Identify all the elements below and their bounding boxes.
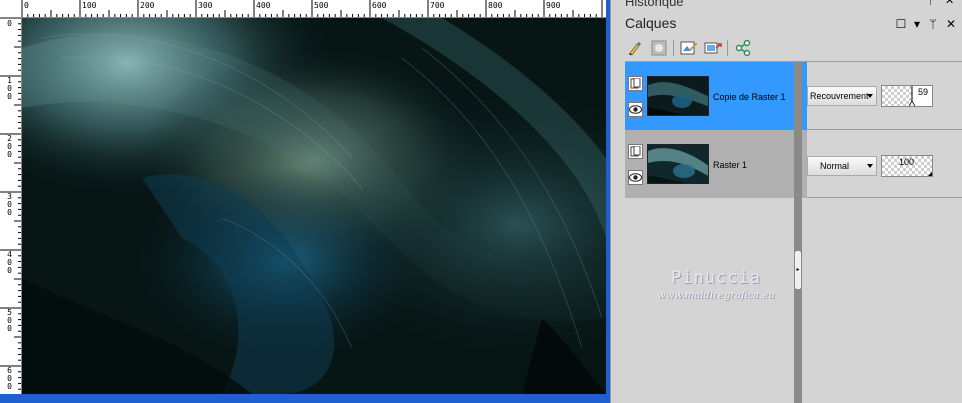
ruler-label-200: 200	[140, 1, 155, 10]
history-panel-header: Historique ᛘ ✕	[611, 0, 962, 9]
abstract-artwork	[22, 18, 606, 394]
vruler-label-100: 1 0 0	[7, 76, 12, 101]
blend-mode-select[interactable]: Recouvrement	[807, 86, 877, 106]
app-window: 0 100 200 300 400 500 600 700 800 900 0 …	[0, 0, 962, 403]
paint-brush-icon[interactable]	[625, 38, 645, 58]
layer-thumbnail	[647, 76, 709, 116]
layer-thumbnail	[647, 144, 709, 184]
chevron-down-icon	[867, 164, 873, 168]
ruler-label-400: 400	[256, 1, 271, 10]
visibility-eye-icon[interactable]	[628, 102, 643, 117]
share-icon[interactable]	[733, 38, 753, 58]
history-close-icon[interactable]: ✕	[945, 0, 954, 7]
ruler-label-600: 600	[372, 1, 387, 10]
opacity-indicator-icon	[908, 86, 916, 106]
opacity-slider[interactable]: 59	[881, 85, 933, 107]
layer-row-copie-de-raster-1[interactable]: Copie de Raster 1	[625, 62, 807, 130]
ruler-label-700: 700	[430, 1, 445, 10]
vruler-label-0: 0	[7, 19, 12, 28]
panel-dock: Historique ᛘ ✕ Calques ☐ ▾ ᛘ ✕ Copie de …	[610, 0, 962, 403]
blend-mode-select[interactable]: Normal	[807, 156, 877, 176]
panel-splitter[interactable]	[794, 62, 802, 403]
ruler-label-800: 800	[488, 1, 503, 10]
vruler-label-200: 2 0 0	[7, 134, 12, 159]
ruler-label-500: 500	[314, 1, 329, 10]
resize-grip-icon	[928, 172, 932, 176]
vruler-label-300: 3 0 0	[7, 192, 12, 217]
layers-panel-title: Calques	[625, 15, 677, 31]
history-pin-icon[interactable]: ᛘ	[927, 0, 934, 7]
vertical-ruler: 0 1 0 0 2 0 0 3 0 0 4 0 0 5 0 0 6 0 0	[0, 18, 22, 398]
watermark-url: www.maidiregrafica.eu	[657, 290, 775, 301]
visibility-eye-icon[interactable]	[628, 170, 643, 185]
maximize-icon[interactable]: ☐	[893, 16, 909, 32]
document-horizontal-scrollbar[interactable]	[0, 394, 610, 403]
splitter-handle[interactable]: ▸	[794, 250, 802, 290]
blend-mode-value: Normal	[820, 161, 850, 171]
ruler-label-0: 0	[24, 1, 29, 10]
chevron-down-icon	[867, 94, 873, 98]
vruler-label-500: 5 0 0	[7, 308, 12, 333]
vruler-label-600: 6 0 0	[7, 366, 12, 391]
close-icon[interactable]: ✕	[943, 16, 959, 32]
layer-name: Raster 1	[713, 160, 748, 170]
opacity-slider[interactable]: 100	[881, 155, 933, 177]
watermark: Pinuccia www.maidiregrafica.eu	[625, 268, 807, 301]
canvas-image[interactable]	[22, 18, 606, 394]
layer-list: Copie de Raster 1 Raster 1 Pinuccia www.…	[625, 62, 807, 403]
mask-icon[interactable]	[649, 38, 669, 58]
layer-row-raster-1[interactable]: Raster 1	[625, 130, 807, 198]
pin-icon[interactable]: ᛘ	[925, 16, 941, 32]
layer-props-row: Recouvrement 59	[807, 62, 962, 130]
vruler-label-400: 4 0 0	[7, 250, 12, 275]
toolbar-separator	[727, 40, 728, 56]
ruler-label-900: 900	[546, 1, 561, 10]
link-layers-icon[interactable]	[703, 38, 723, 58]
layer-properties-column: Recouvrement 59 Normal 100	[807, 62, 962, 403]
layer-name: Copie de Raster 1	[713, 92, 786, 102]
blend-mode-value: Recouvrement	[810, 91, 869, 101]
ruler-label-100: 100	[82, 1, 97, 10]
toolbar-separator	[673, 40, 674, 56]
watermark-name: Pinuccia	[671, 268, 761, 288]
horizontal-ruler: 0 100 200 300 400 500 600 700 800 900	[22, 0, 606, 18]
layers-palette: Copie de Raster 1 Raster 1 Pinuccia www.…	[625, 61, 962, 403]
layer-properties-icon[interactable]	[679, 38, 699, 58]
panel-menu-icon[interactable]: ▾	[909, 16, 925, 32]
layer-props-row: Normal 100	[807, 130, 962, 198]
ruler-label-300: 300	[198, 1, 213, 10]
layer-group-toggle-icon[interactable]	[628, 76, 643, 91]
layer-group-toggle-icon[interactable]	[628, 144, 643, 159]
ruler-corner	[0, 0, 22, 18]
history-panel-title: Historique	[625, 0, 684, 9]
document-window: 0 100 200 300 400 500 600 700 800 900 0 …	[0, 0, 610, 403]
